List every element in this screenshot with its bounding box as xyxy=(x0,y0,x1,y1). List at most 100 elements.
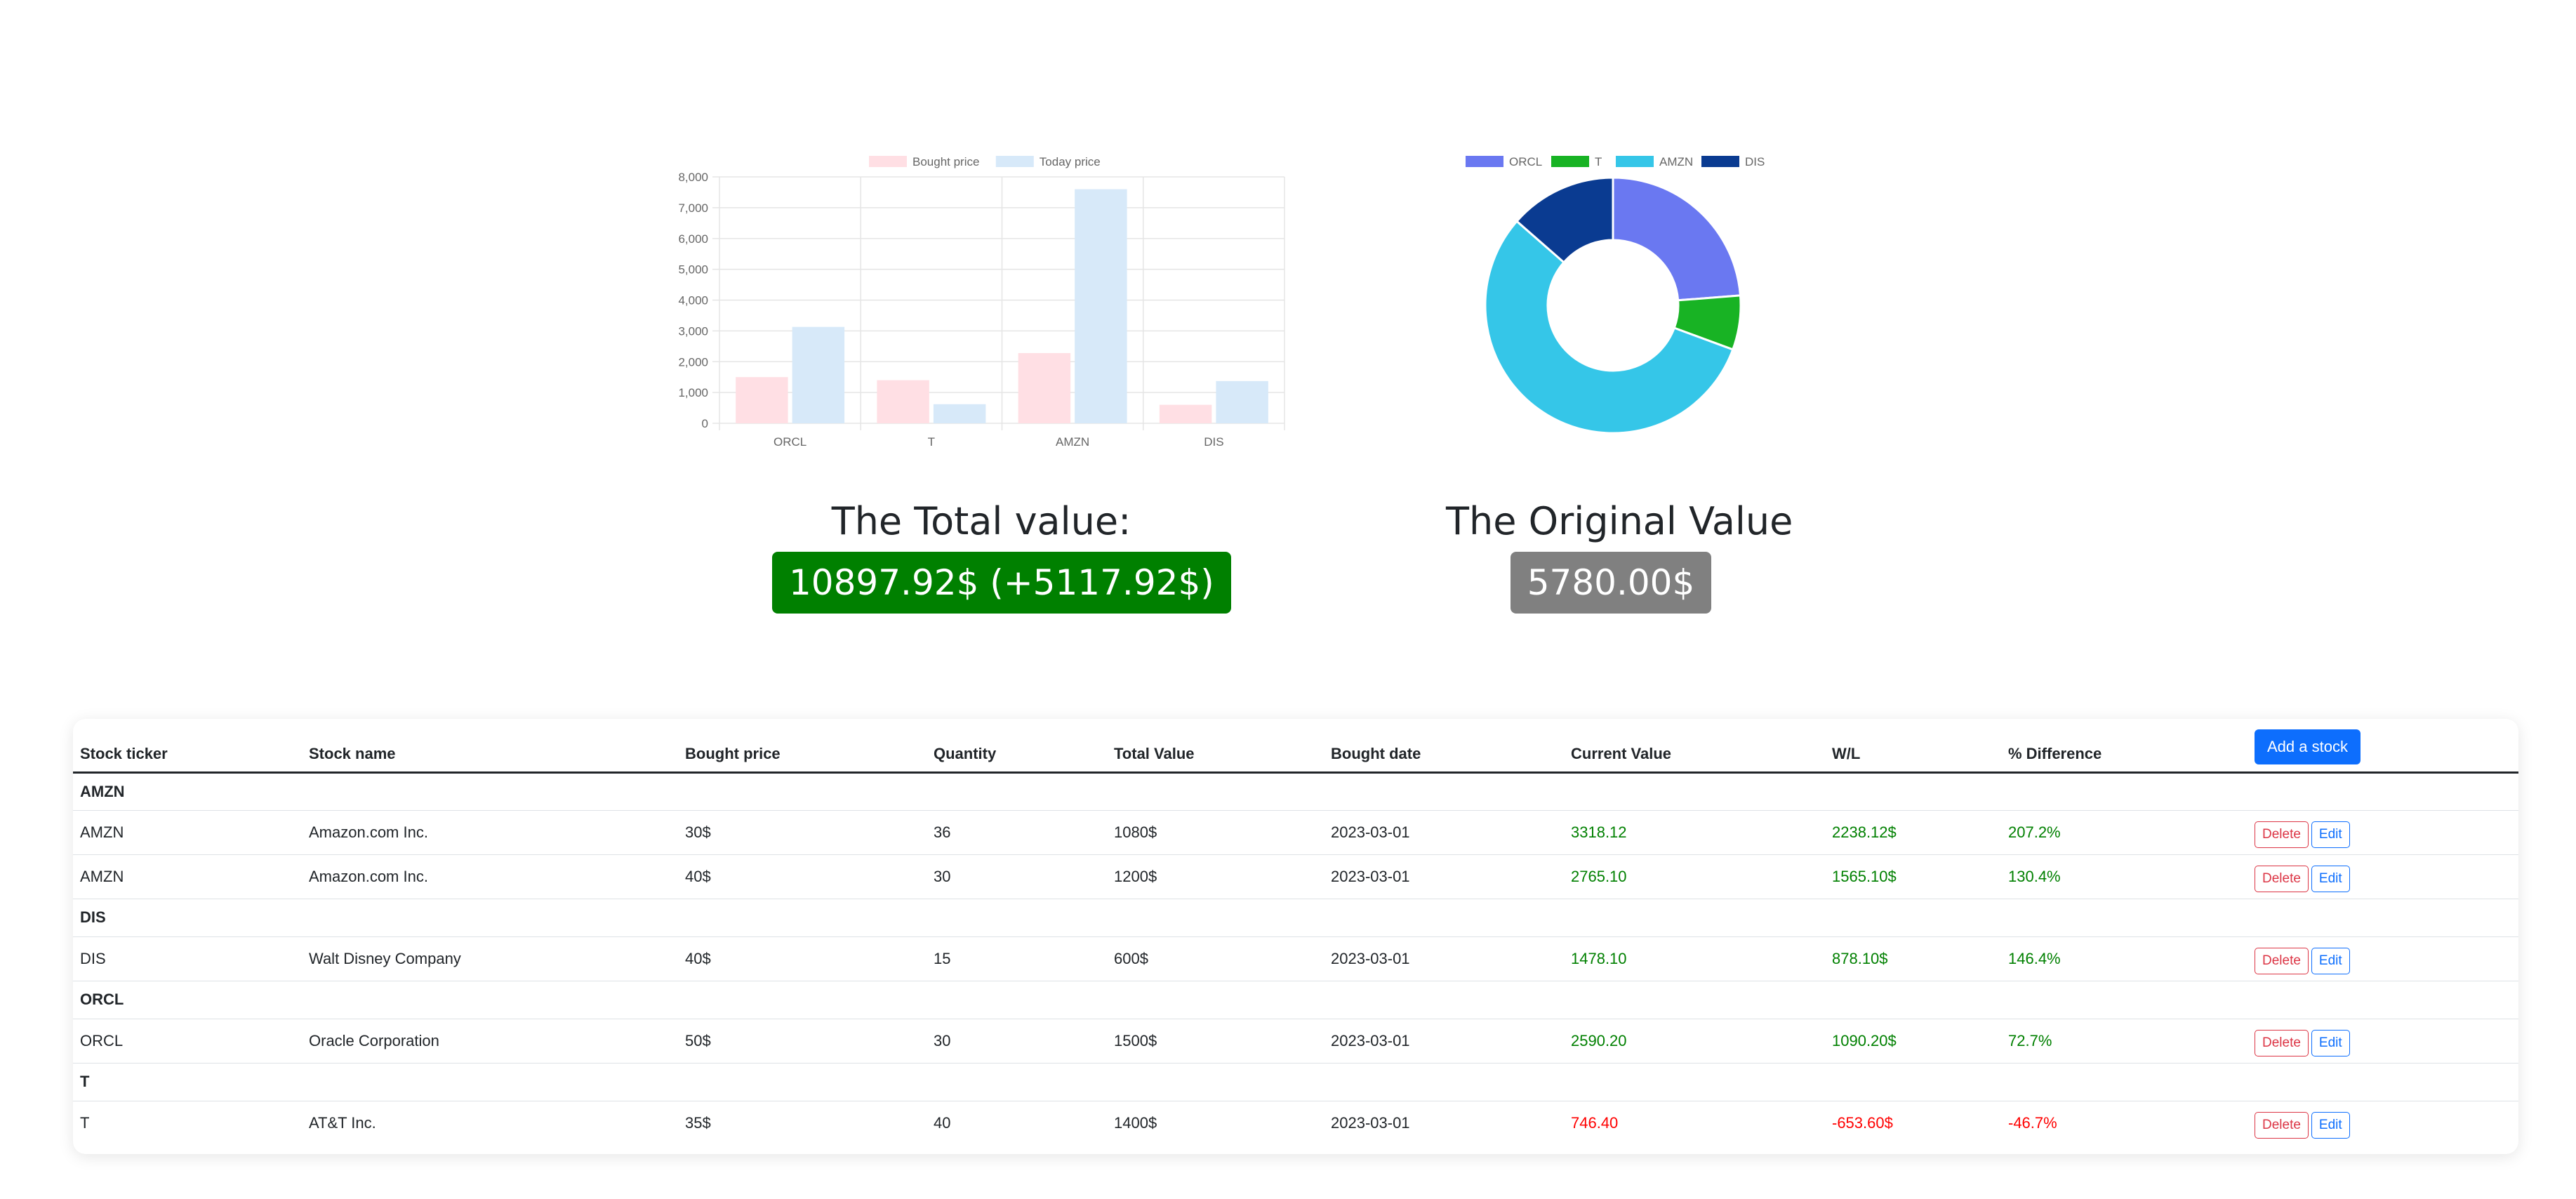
y-tick-label: 7,000 xyxy=(678,201,708,215)
edit-button[interactable]: Edit xyxy=(2311,821,2350,848)
doughnut-chart-legend: ORCL T AMZN DIS xyxy=(1466,155,1765,168)
legend-item: DIS xyxy=(1701,155,1765,168)
edit-button[interactable]: Edit xyxy=(2311,1029,2350,1056)
original-value-heading: The Original Value xyxy=(1446,499,1793,543)
y-tick-label: 1,000 xyxy=(678,386,708,399)
cell-pct: 146.4% xyxy=(2001,936,2248,981)
group-row-t: T xyxy=(73,1063,2518,1101)
cell-quantity: 30 xyxy=(927,1019,1107,1064)
bar-chart: Bought price Today price 0 1,000 2,000 3,000 4… xyxy=(660,147,1292,456)
cell-name: Amazon.com Inc. xyxy=(302,854,678,899)
y-tick-label: 6,000 xyxy=(678,232,708,246)
cell-current-value: 1478.10 xyxy=(1564,936,1825,981)
cell-current-value: 2590.20 xyxy=(1564,1019,1825,1064)
y-tick-label: 4,000 xyxy=(678,294,708,307)
table-row: DIS Walt Disney Company 40$ 15 600$ 2023… xyxy=(73,936,2518,981)
cell-quantity: 30 xyxy=(927,854,1107,899)
delete-button[interactable]: Delete xyxy=(2255,1111,2309,1139)
y-tick-label: 8,000 xyxy=(678,171,708,184)
legend-label: DIS xyxy=(1745,155,1765,168)
x-tick-label: T xyxy=(928,435,935,449)
cell-actions: Delete Edit xyxy=(2248,810,2518,855)
group-label: T xyxy=(73,1063,2518,1101)
legend-label: ORCL xyxy=(1509,155,1542,168)
cell-pct: 130.4% xyxy=(2001,854,2248,899)
table-row: AMZN Amazon.com Inc. 30$ 36 1080$ 2023-0… xyxy=(73,810,2518,855)
bar-orcl-today xyxy=(792,326,845,423)
cell-ticker: AMZN xyxy=(73,854,302,899)
total-value-heading: The Total value: xyxy=(831,499,1131,543)
cell-pct: -46.7% xyxy=(2008,1113,2057,1132)
header-current-value: Current Value xyxy=(1564,719,1825,774)
legend-swatch xyxy=(869,156,907,167)
cell-date: 2023-03-01 xyxy=(1324,936,1564,981)
cell-bought-price: 30$ xyxy=(678,810,927,855)
delete-button[interactable]: Delete xyxy=(2255,947,2309,974)
group-row-amzn: AMZN xyxy=(73,772,2518,811)
header-bought-date: Bought date xyxy=(1324,719,1564,774)
legend-label: T xyxy=(1595,155,1602,168)
bar-amzn-today xyxy=(1075,189,1127,423)
delete-button[interactable]: Delete xyxy=(2255,865,2309,892)
cell-current-value: 2765.10 xyxy=(1564,854,1825,899)
x-tick-label: AMZN xyxy=(1056,435,1089,449)
cell-name: AT&T Inc. xyxy=(309,1113,376,1132)
header-quantity: Quantity xyxy=(927,719,1107,774)
edit-button[interactable]: Edit xyxy=(2311,865,2350,892)
bar-dis-bought xyxy=(1159,404,1212,423)
legend-label: Today price xyxy=(1040,155,1101,168)
legend-swatch xyxy=(1616,156,1654,167)
portfolio-table-card: Stock ticker Stock name Bought price Qua… xyxy=(73,719,2518,1154)
table-row: AMZN Amazon.com Inc. 40$ 30 1200$ 2023-0… xyxy=(73,854,2518,899)
edit-button[interactable]: Edit xyxy=(2311,947,2350,974)
doughnut-slices xyxy=(1484,176,1742,435)
original-value-summary: The Original Value 5780.00$ xyxy=(1446,498,1793,614)
legend-label: Bought price xyxy=(912,155,979,168)
delete-button[interactable]: Delete xyxy=(2255,1029,2309,1056)
doughnut-chart-svg: ORCL T AMZN DIS xyxy=(1466,155,1765,435)
table-row: T AT&T Inc. 35$ 40 1400$ 2023-03-01 746.… xyxy=(73,1101,2518,1145)
x-tick-label: ORCL xyxy=(774,435,806,449)
add-stock-button[interactable]: Add a stock xyxy=(2255,729,2361,764)
legend-item: Bought price xyxy=(869,155,979,168)
cell-current-value: 746.40 xyxy=(1571,1113,1619,1132)
cell-date: 2023-03-01 xyxy=(1324,854,1564,899)
cell-actions: Delete Edit xyxy=(2248,1101,2518,1145)
x-tick-label: DIS xyxy=(1204,435,1223,449)
cell-total-value: 1080$ xyxy=(1107,810,1324,855)
group-label: ORCL xyxy=(73,981,2518,1019)
legend-item: AMZN xyxy=(1616,155,1693,168)
header-actions: Add a stock xyxy=(2248,719,2518,774)
cell-date: 2023-03-01 xyxy=(1324,1019,1564,1064)
header-stock-ticker: Stock ticker xyxy=(73,719,302,774)
y-axis: 0 1,000 2,000 3,000 4,000 5,000 6,000 7,000 8,00… xyxy=(678,171,708,430)
group-label: DIS xyxy=(73,899,2518,937)
y-tick-label: 0 xyxy=(702,417,708,430)
cell-quantity: 40 xyxy=(934,1113,951,1132)
table-row: ORCL Oracle Corporation 50$ 30 1500$ 202… xyxy=(73,1019,2518,1064)
delete-button[interactable]: Delete xyxy=(2255,821,2309,848)
original-value-badge: 5780.00$ xyxy=(1510,552,1712,614)
group-row-dis: DIS xyxy=(73,899,2518,937)
slice-orcl xyxy=(1612,176,1742,302)
legend-item: Today price xyxy=(995,155,1101,168)
cell-name: Oracle Corporation xyxy=(302,1019,678,1064)
cell-pct: 207.2% xyxy=(2001,810,2248,855)
bar-t-bought xyxy=(877,380,929,423)
cell-wl: 1090.20$ xyxy=(1825,1019,2001,1064)
cell-bought-price: 35$ xyxy=(685,1113,711,1132)
header-wl: W/L xyxy=(1825,719,2001,774)
cell-date: 2023-03-01 xyxy=(1324,810,1564,855)
cell-actions: Delete Edit xyxy=(2248,936,2518,981)
group-row-orcl: ORCL xyxy=(73,981,2518,1019)
cell-actions: Delete Edit xyxy=(2248,1019,2518,1064)
header-stock-name: Stock name xyxy=(302,719,678,774)
cell-quantity: 15 xyxy=(927,936,1107,981)
y-tick-label: 2,000 xyxy=(678,355,708,369)
y-tick-label: 5,000 xyxy=(678,263,708,277)
cell-quantity: 36 xyxy=(927,810,1107,855)
edit-button[interactable]: Edit xyxy=(2311,1111,2350,1139)
header-total-value: Total Value xyxy=(1107,719,1324,774)
cell-bought-price: 40$ xyxy=(678,936,927,981)
cell-wl: 1565.10$ xyxy=(1825,854,2001,899)
